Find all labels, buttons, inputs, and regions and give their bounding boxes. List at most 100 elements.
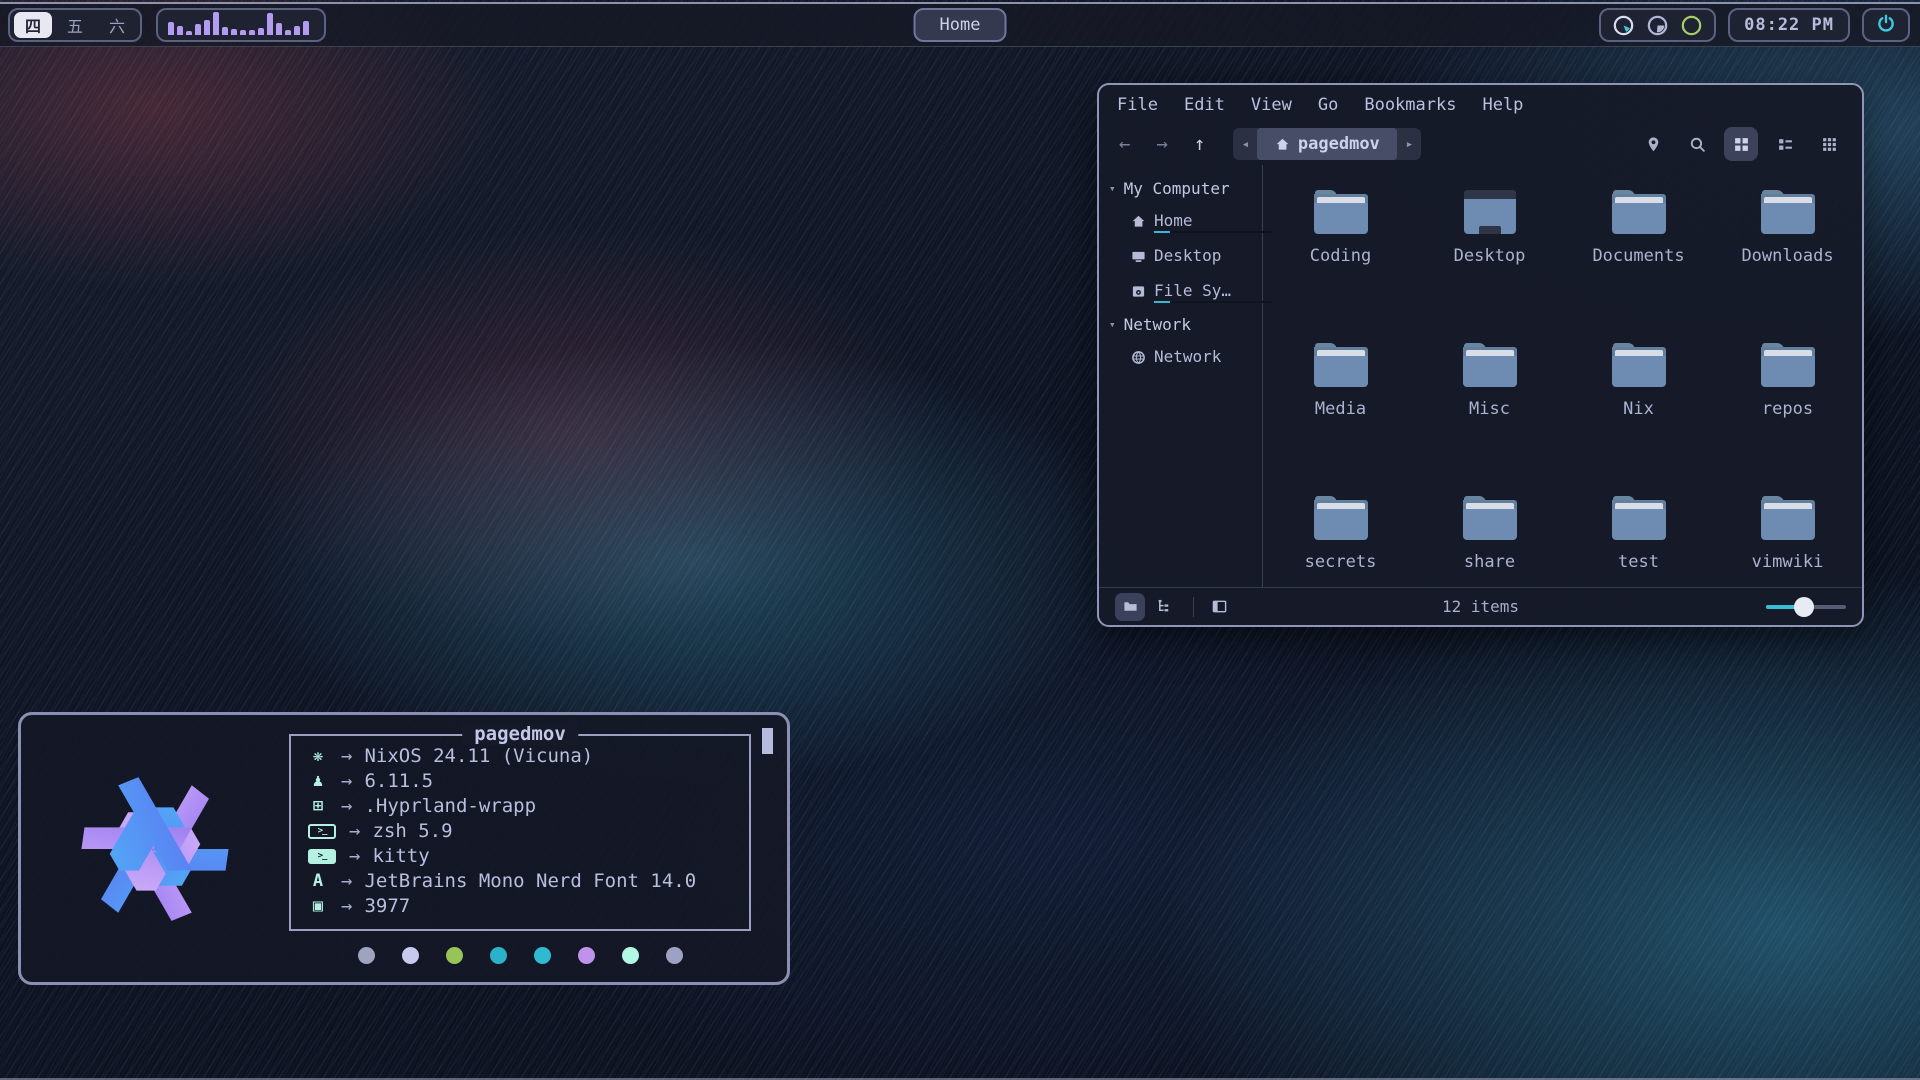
visualizer-bar	[177, 26, 183, 35]
folder-item-label: Desktop	[1454, 246, 1526, 266]
workspace-button[interactable]: 六	[98, 12, 136, 38]
status-bar: 12 items	[1099, 587, 1862, 625]
folder-item-secrets[interactable]: secrets	[1266, 496, 1415, 649]
sidebar-group-header[interactable]: ▾My Computer	[1099, 173, 1262, 204]
nixos-icon: ❋	[305, 746, 331, 766]
up-button[interactable]: ↑	[1194, 133, 1205, 155]
menu-item-go[interactable]: Go	[1318, 95, 1338, 115]
search-icon[interactable]	[1680, 127, 1714, 161]
sidebar-item-label: Network	[1154, 347, 1221, 368]
power-button[interactable]	[1862, 8, 1910, 42]
visualizer-bar	[240, 30, 246, 35]
folder-icon	[1463, 496, 1517, 540]
fetch-row: >_→zsh 5.9	[305, 819, 735, 844]
window-body: ▾My ComputerHomeDesktopFile Sy…▾NetworkN…	[1099, 165, 1862, 587]
toolbar-right	[1636, 123, 1846, 165]
path-scroll-right-icon[interactable]: ▸	[1397, 137, 1421, 152]
folder-icon	[1761, 190, 1815, 234]
folder-item-misc[interactable]: Misc	[1415, 343, 1564, 496]
back-button[interactable]: ←	[1119, 133, 1130, 155]
arrow-icon: →	[341, 870, 352, 892]
folder-item-label: Misc	[1469, 399, 1510, 419]
sidebar-item-filesy[interactable]: File Sy…	[1099, 274, 1262, 309]
folder-icon	[1314, 190, 1368, 234]
clock[interactable]: 08:22 PM	[1728, 8, 1850, 42]
folder-item-coding[interactable]: Coding	[1266, 190, 1415, 343]
places-pane-button[interactable]	[1115, 593, 1145, 621]
chevron-down-icon[interactable]: ▾	[1109, 318, 1116, 331]
tray-gauge-icon[interactable]	[1647, 15, 1668, 36]
toggle-sidebar-button[interactable]	[1204, 593, 1234, 621]
fetch-value: NixOS 24.11 (Vicuna)	[364, 745, 593, 767]
palette-dot	[622, 947, 639, 964]
arrow-icon: →	[349, 845, 360, 867]
folder-item-downloads[interactable]: Downloads	[1713, 190, 1862, 343]
workspace-button[interactable]: 五	[56, 12, 94, 38]
focused-window-title[interactable]: Home	[914, 8, 1007, 42]
menu-item-bookmarks[interactable]: Bookmarks	[1364, 95, 1456, 115]
menu-bar: File Edit View Go Bookmarks Help	[1099, 85, 1862, 123]
workspace-button[interactable]: 四	[14, 12, 52, 38]
chevron-down-icon[interactable]: ▾	[1109, 182, 1116, 195]
menu-item-edit[interactable]: Edit	[1184, 95, 1225, 115]
compact-view-button[interactable]	[1812, 127, 1846, 161]
fetch-value: kitty	[372, 845, 429, 867]
tree-pane-button[interactable]	[1149, 593, 1179, 621]
fetch-value: JetBrains Mono Nerd Font 14.0	[364, 870, 696, 892]
slider-thumb[interactable]	[1794, 597, 1814, 617]
folder-icon	[1314, 496, 1368, 540]
path-bar: ◂ pagedmov ▸	[1233, 128, 1421, 160]
folder-item-label: Nix	[1623, 399, 1654, 419]
folder-item-label: repos	[1762, 399, 1813, 419]
menu-item-view[interactable]: View	[1251, 95, 1292, 115]
desktop-icon	[1464, 190, 1516, 234]
folder-item-label: Coding	[1310, 246, 1371, 266]
icon-view-button[interactable]	[1724, 127, 1758, 161]
fetch-value: .Hyprland-wrapp	[364, 795, 536, 817]
folder-icon	[1463, 343, 1517, 387]
folder-icon	[1612, 190, 1666, 234]
folder-item-nix[interactable]: Nix	[1564, 343, 1713, 496]
folder-item-share[interactable]: share	[1415, 496, 1564, 649]
visualizer-bar	[168, 22, 174, 35]
fetch-value: 3977	[364, 895, 410, 917]
arrow-icon: →	[341, 795, 352, 817]
folder-item-repos[interactable]: repos	[1713, 343, 1862, 496]
menu-item-help[interactable]: Help	[1482, 95, 1523, 115]
system-gauges[interactable]	[1599, 8, 1716, 42]
items-count: 12 items	[1442, 597, 1519, 616]
palette-dot	[666, 947, 683, 964]
visualizer-bar	[249, 30, 255, 35]
folder-item-label: share	[1464, 552, 1515, 572]
folder-item-vimwiki[interactable]: vimwiki	[1713, 496, 1862, 649]
sidebar-group-header[interactable]: ▾ Network	[1099, 309, 1262, 340]
sidebar-item-network[interactable]: Network	[1099, 340, 1262, 375]
terminal-fetch-window: pagedmov ❋→NixOS 24.11 (Vicuna)♟→6.11.5⊞…	[18, 712, 790, 985]
drive-icon	[1131, 284, 1146, 299]
visualizer-bar	[204, 20, 210, 35]
fetch-row: A→JetBrains Mono Nerd Font 14.0	[305, 869, 735, 894]
fetch-row: ⊞→.Hyprland-wrapp	[305, 794, 735, 819]
folder-item-desktop[interactable]: Desktop	[1415, 190, 1564, 343]
list-view-button[interactable]	[1768, 127, 1802, 161]
zoom-slider[interactable]	[1766, 597, 1846, 617]
sidebar-item-home[interactable]: Home	[1099, 204, 1262, 239]
slider-track[interactable]	[1766, 605, 1846, 609]
terminal-cursor	[762, 728, 773, 754]
location-pin-icon[interactable]	[1636, 127, 1670, 161]
path-segment-home[interactable]: pagedmov	[1257, 128, 1397, 160]
tray-gauge-icon[interactable]	[1613, 15, 1634, 36]
folder-item-media[interactable]: Media	[1266, 343, 1415, 496]
file-manager-window: File Edit View Go Bookmarks Help ← → ↑ ◂ page…	[1097, 83, 1864, 627]
sidebar-group-label: Network	[1124, 315, 1191, 334]
forward-button[interactable]: →	[1156, 133, 1167, 155]
folder-item-documents[interactable]: Documents	[1564, 190, 1713, 343]
menu-item-file[interactable]: File	[1117, 95, 1158, 115]
visualizer-bar	[267, 13, 273, 35]
fetch-row: >_→kitty	[305, 844, 735, 869]
terminal-color-palette	[289, 947, 751, 964]
tray-gauge-icon[interactable]	[1681, 15, 1702, 36]
folder-item-test[interactable]: test	[1564, 496, 1713, 649]
path-scroll-left-icon[interactable]: ◂	[1233, 137, 1257, 152]
sidebar-item-desktop[interactable]: Desktop	[1099, 239, 1262, 274]
